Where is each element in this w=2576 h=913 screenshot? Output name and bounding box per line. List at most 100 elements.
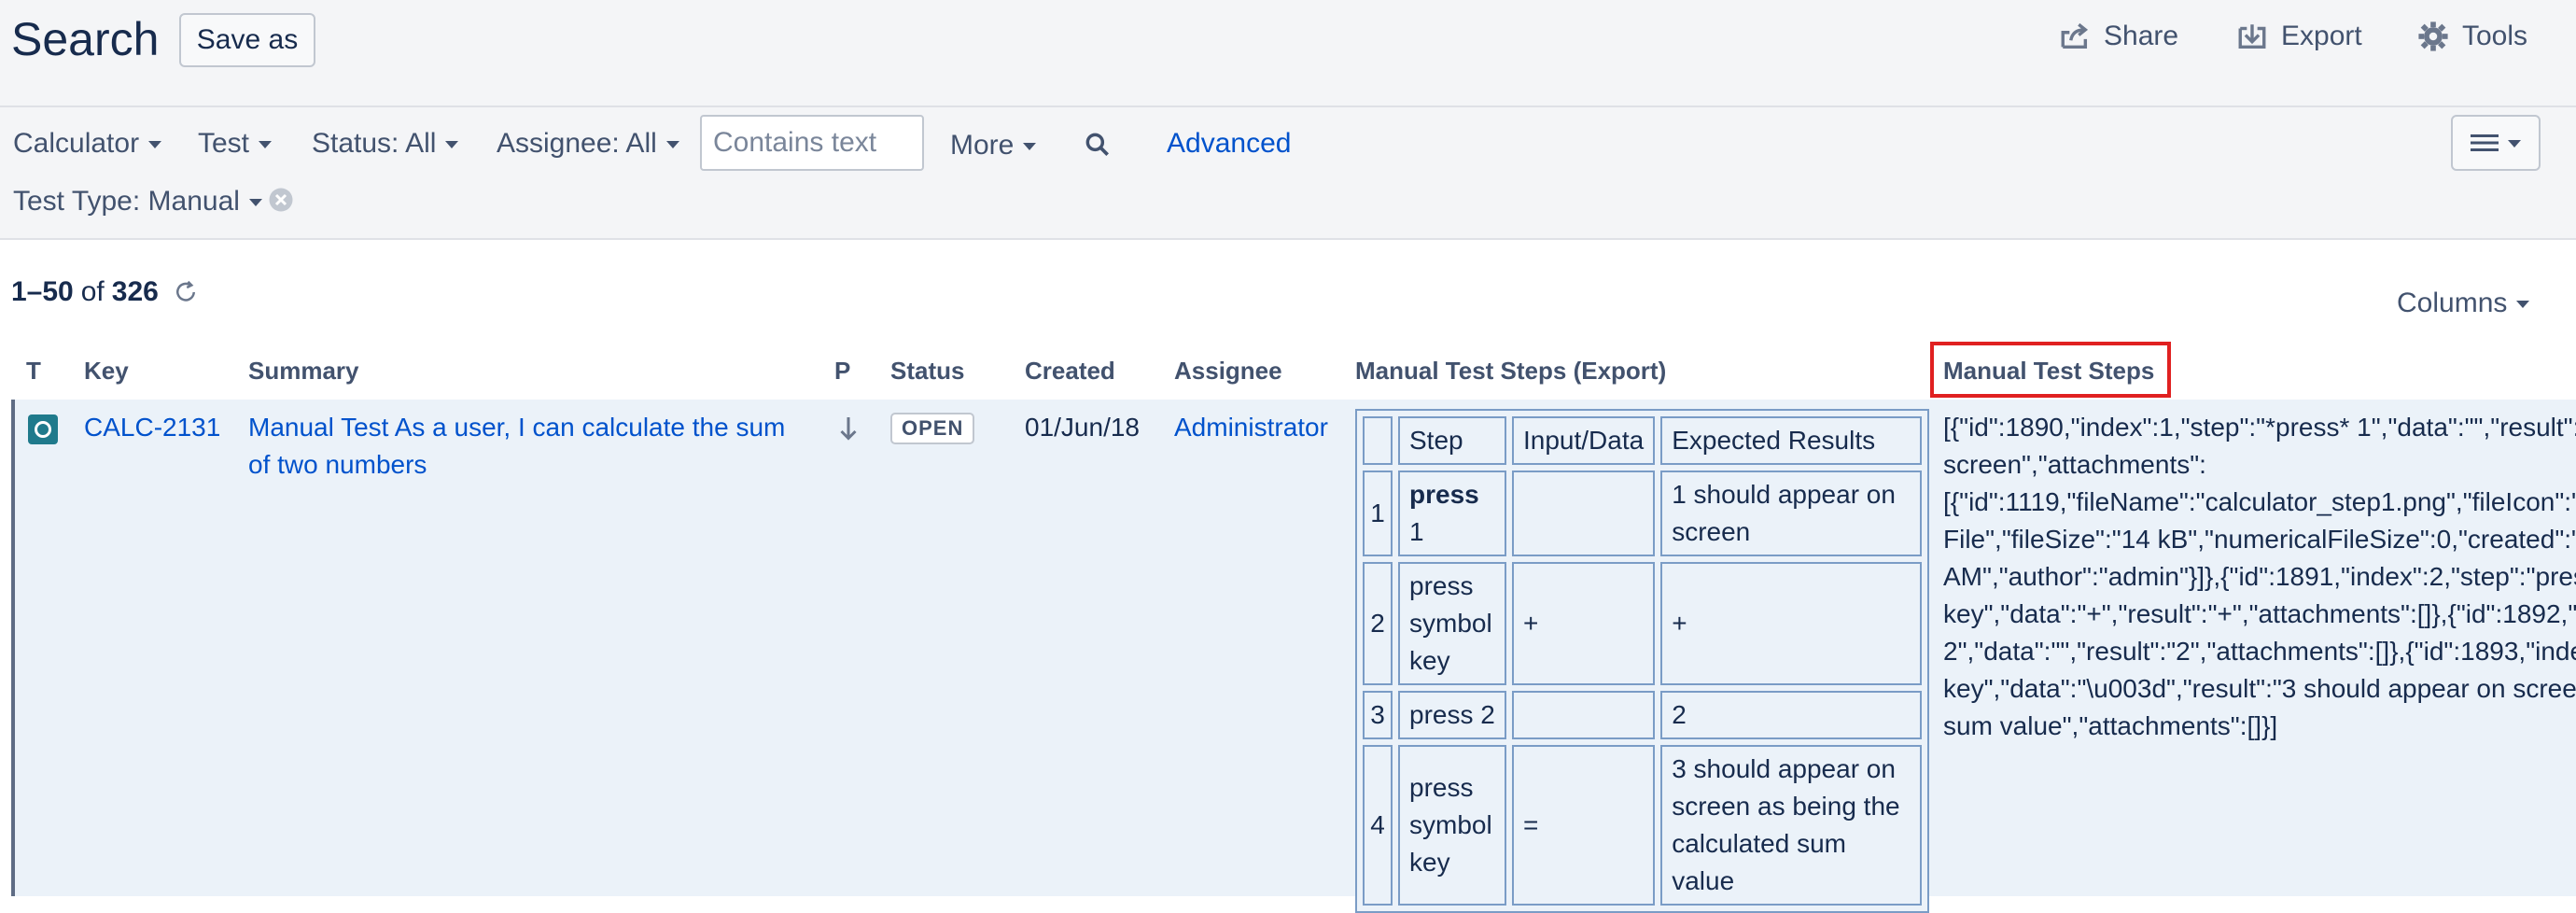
step-action: press symbol key [1398, 745, 1506, 906]
step-result: + [1660, 562, 1923, 685]
tools-label: Tools [2462, 21, 2528, 51]
assignee-filter[interactable]: Assignee: All [497, 128, 679, 160]
column-header-steps-export[interactable]: Manual Test Steps (Export) [1355, 357, 1666, 386]
chevron-down-icon [2508, 140, 2521, 147]
type-filter-label: Test [198, 128, 250, 159]
results-range: 1–50 [11, 276, 74, 307]
search-button[interactable] [1083, 130, 1113, 160]
raw-line: File","fileSize":"14 kB","numericalFileS… [1943, 525, 2576, 554]
menu-icon [2471, 134, 2499, 151]
test-issue-type-icon [28, 414, 58, 444]
column-header-priority[interactable]: P [834, 357, 850, 386]
step-row: 2 press symbol key + + [1363, 562, 1923, 685]
chevron-down-icon [445, 141, 459, 148]
column-header-created[interactable]: Created [1025, 357, 1115, 386]
column-header-status[interactable]: Status [890, 357, 964, 386]
remove-filter-button[interactable] [267, 186, 295, 214]
columns-button[interactable]: Columns [2397, 288, 2530, 319]
export-icon [2238, 24, 2266, 49]
raw-line: screen","attachments": [1943, 450, 2206, 479]
raw-line: [{"id":1890,"index":1,"step":"*press* 1"… [1943, 413, 2576, 442]
issue-summary-link[interactable]: Manual Test As a user, I can calculate t… [248, 409, 785, 484]
steps-header-num [1363, 416, 1393, 465]
save-as-button[interactable]: Save as [179, 13, 315, 67]
step-data [1512, 691, 1656, 739]
summary-line-1: Manual Test As a user, I can calculate t… [248, 413, 786, 442]
raw-line: key","data":"+","result":"+","attachment… [1943, 599, 2576, 628]
page-title: Search [11, 13, 160, 65]
chevron-down-icon [1023, 143, 1037, 150]
more-filter[interactable]: More [950, 130, 1037, 162]
column-header-assignee[interactable]: Assignee [1174, 357, 1282, 386]
status-filter[interactable]: Status: All [312, 128, 459, 160]
refresh-icon[interactable] [172, 278, 200, 306]
assignee-filter-label: Assignee: All [497, 128, 657, 159]
steps-export-table: Step Input/Data Expected Results 1 press… [1355, 409, 1930, 913]
steps-header-step: Step [1398, 416, 1506, 465]
chevron-down-icon [259, 141, 273, 148]
raw-line: sum value","attachments":[]}] [1943, 711, 2278, 740]
steps-header-row: Step Input/Data Expected Results [1363, 416, 1923, 465]
step-number: 2 [1363, 562, 1393, 685]
test-type-filter[interactable]: Test Type: Manual [13, 186, 262, 218]
advanced-link[interactable]: Advanced [1167, 128, 1291, 160]
search-input[interactable] [700, 115, 924, 171]
export-label: Export [2281, 21, 2362, 51]
test-type-filter-label: Test Type: Manual [13, 186, 240, 217]
created-date: 01/Jun/18 [1025, 413, 1140, 442]
chevron-down-icon [2516, 301, 2530, 308]
step-action-bold: press [1409, 480, 1479, 509]
step-data: + [1512, 562, 1656, 685]
summary-line-2: of two numbers [248, 450, 427, 479]
assignee-link[interactable]: Administrator [1174, 409, 1328, 446]
steps-header-result: Expected Results [1660, 416, 1923, 465]
chevron-down-icon [665, 141, 679, 148]
top-bar: Search Save as Share Export Tools [0, 0, 2576, 107]
raw-line: AM","author":"admin"}]},{"id":1891,"inde… [1943, 562, 2576, 591]
close-icon [269, 188, 293, 212]
results-of: of [80, 276, 105, 307]
step-number: 3 [1363, 691, 1393, 739]
step-row: 1 press 1 1 should appear on screen [1363, 471, 1923, 556]
share-button[interactable]: Share [2059, 21, 2178, 52]
results-count: 1–50 of 326 [11, 276, 200, 308]
manual-test-steps-raw: [{"id":1890,"index":1,"step":"*press* 1"… [1943, 409, 2576, 745]
view-options-button[interactable] [2451, 115, 2541, 171]
column-header-summary[interactable]: Summary [248, 357, 359, 386]
export-button[interactable]: Export [2236, 21, 2362, 52]
step-result: 2 [1660, 691, 1923, 739]
share-label: Share [2104, 21, 2179, 51]
raw-line: [{"id":1119,"fileName":"calculator_step1… [1943, 487, 2576, 516]
step-data [1512, 471, 1656, 556]
priority-low-icon [836, 414, 861, 447]
step-action: press 2 [1398, 691, 1506, 739]
step-action: press symbol key [1398, 562, 1506, 685]
step-row: 3 press 2 2 [1363, 691, 1923, 739]
step-result: 3 should appear on screen as being the c… [1660, 745, 1923, 906]
type-filter[interactable]: Test [198, 128, 273, 160]
filter-bar: Calculator Test Status: All Assignee: Al… [0, 107, 2576, 240]
step-number: 4 [1363, 745, 1393, 906]
status-filter-label: Status: All [312, 128, 437, 159]
step-result: 1 should appear on screen [1660, 471, 1923, 556]
step-action: press 1 [1398, 471, 1506, 556]
column-header-steps[interactable]: Manual Test Steps [1943, 357, 2154, 386]
column-header-type[interactable]: T [26, 357, 41, 386]
project-filter[interactable]: Calculator [13, 128, 162, 160]
step-data: = [1512, 745, 1656, 906]
columns-label: Columns [2397, 288, 2508, 318]
column-header-key[interactable]: Key [84, 357, 129, 386]
raw-line: key","data":"\u003d","result":"3 should … [1943, 674, 2576, 703]
results-total: 326 [111, 276, 159, 307]
issue-key-link[interactable]: CALC-2131 [84, 409, 220, 446]
share-icon [2061, 22, 2089, 49]
tools-button[interactable]: Tools [2417, 21, 2527, 52]
chevron-down-icon [148, 141, 162, 148]
step-number: 1 [1363, 471, 1393, 556]
steps-header-data: Input/Data [1512, 416, 1656, 465]
raw-line: 2","data":"","result":"2","attachments":… [1943, 637, 2576, 666]
more-filter-label: More [950, 130, 1015, 161]
gear-icon [2418, 21, 2448, 51]
search-icon [1085, 133, 1109, 156]
status-badge: OPEN [890, 413, 975, 444]
